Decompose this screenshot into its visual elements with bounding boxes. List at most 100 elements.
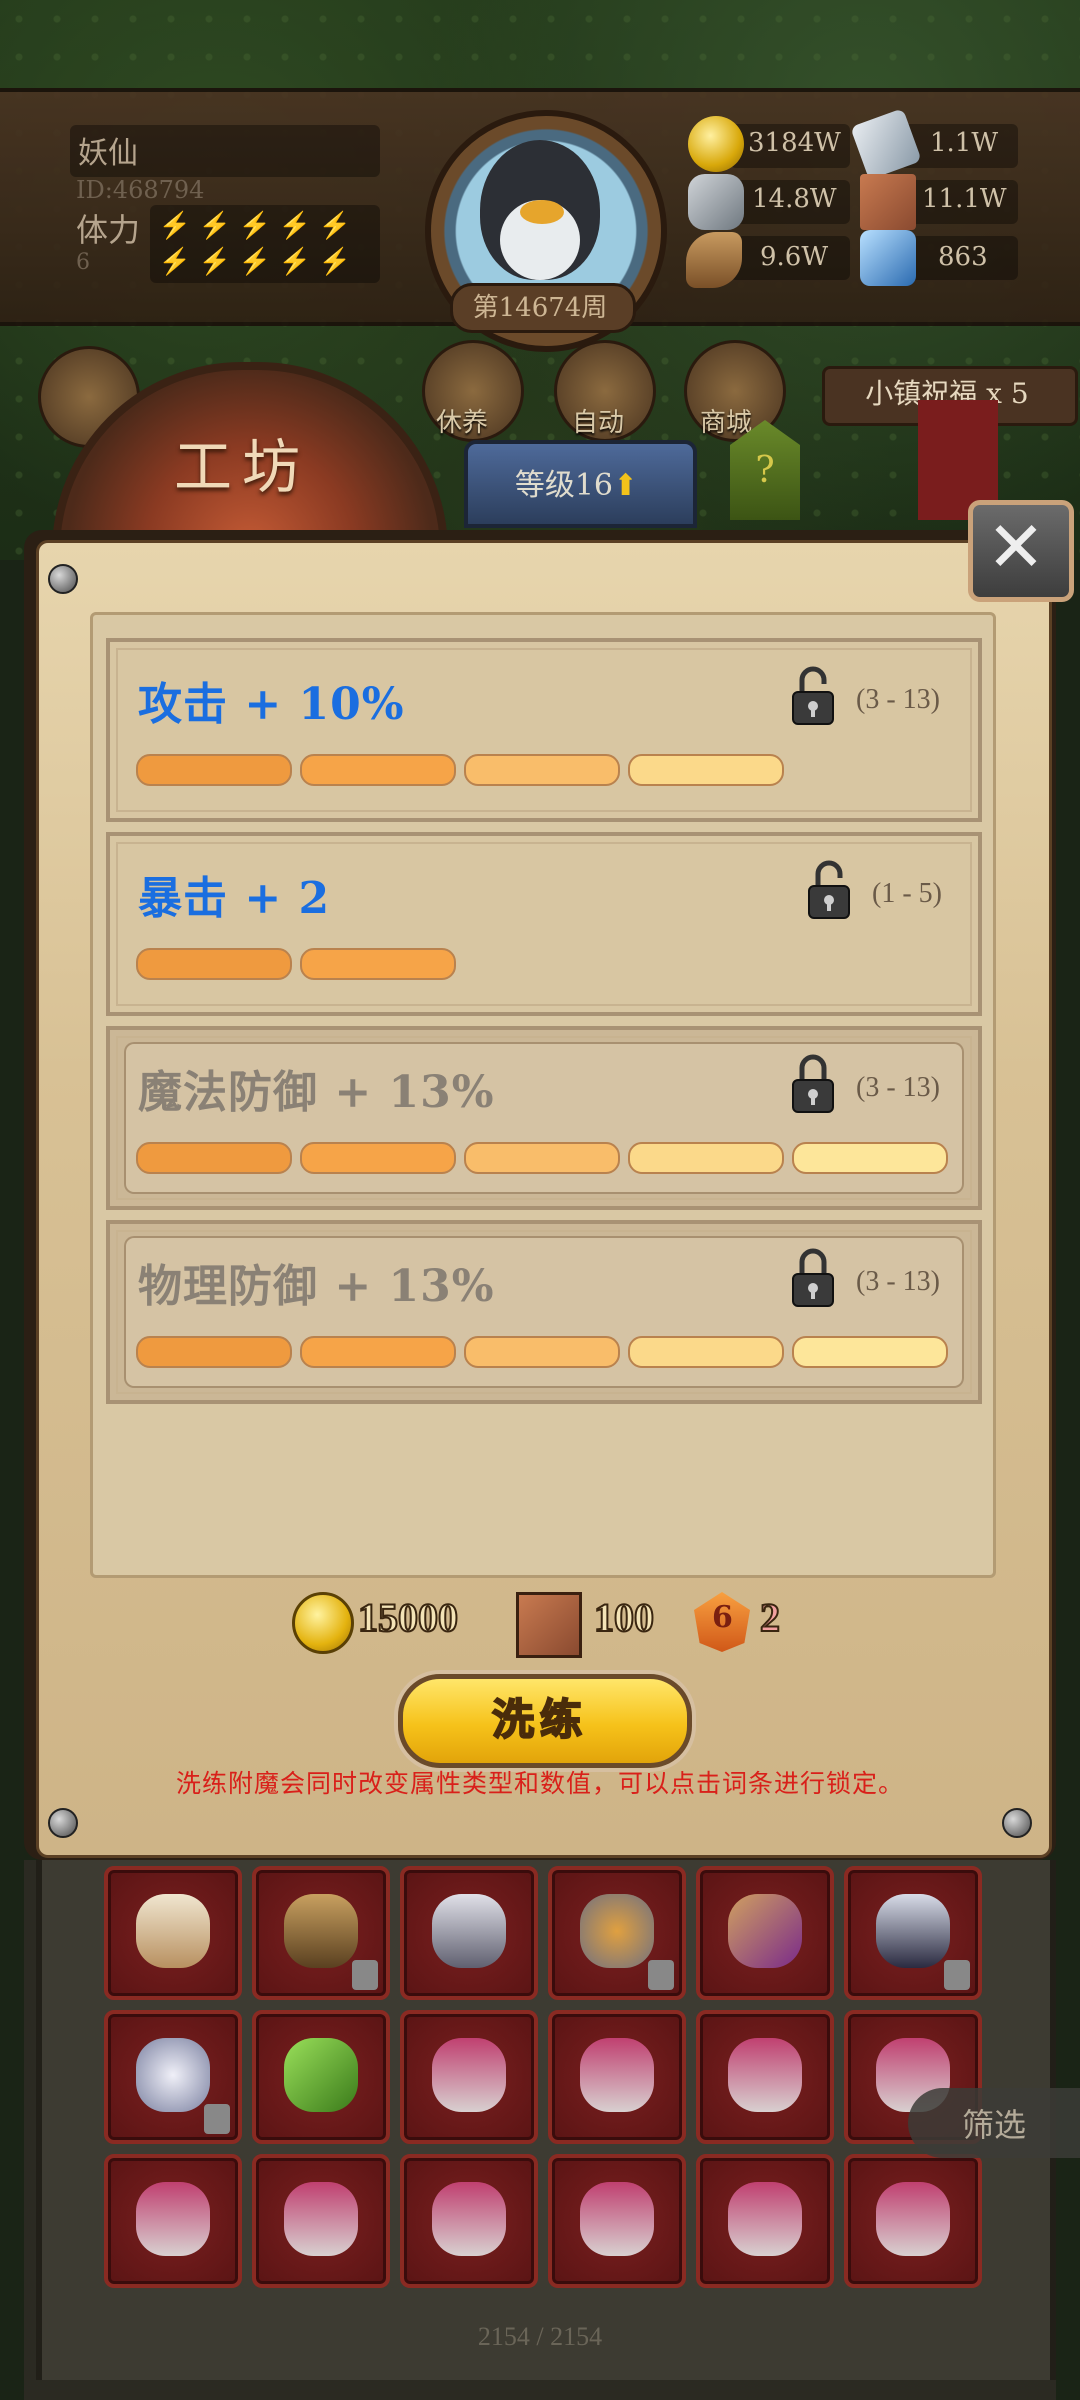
- quality-bar: [628, 754, 784, 786]
- quality-bar: [136, 1142, 292, 1174]
- goblet-icon: [284, 2182, 358, 2256]
- inventory-slot[interactable]: [104, 1866, 242, 2000]
- inventory-slot[interactable]: [844, 2154, 982, 2288]
- player-name: 妖仙: [78, 136, 138, 171]
- cost-gem: 2: [759, 1594, 781, 1641]
- stat-range: (3 - 13): [856, 684, 940, 715]
- shop-label: 商城: [700, 408, 753, 438]
- inventory-slot[interactable]: [696, 2010, 834, 2144]
- quality-bar: [464, 1142, 620, 1174]
- lock-icon: [352, 1960, 378, 1990]
- auto-label: 自动: [572, 408, 625, 438]
- stamina-value: 6: [76, 250, 90, 275]
- quality-bar: [628, 1336, 784, 1368]
- goblet-icon: [580, 2182, 654, 2256]
- cost-parchment: 100: [593, 1594, 655, 1641]
- stat-row[interactable]: 攻击 + 10% (3 - 13): [106, 638, 982, 822]
- resource-gold-value: 3184W: [748, 128, 841, 158]
- resource-ore-value: 14.8W: [752, 184, 837, 214]
- workshop-level-label: 等级16⬆: [514, 468, 639, 503]
- inventory-slot[interactable]: [548, 2010, 686, 2144]
- quality-bar: [136, 754, 292, 786]
- silver-ring-icon: [136, 2038, 210, 2112]
- rune-gem-symbol: 6: [712, 1600, 733, 1635]
- resource-iron-value: 1.1W: [930, 128, 999, 158]
- rivet-icon: [48, 564, 78, 594]
- locked-padlock-icon[interactable]: [790, 1054, 836, 1114]
- stamina-bolt-icon: ⚡: [158, 247, 192, 277]
- stamina-bolt-icon: ⚡: [198, 211, 232, 241]
- goblet-icon: [580, 2038, 654, 2112]
- inventory-slot[interactable]: [400, 2154, 538, 2288]
- vine-icon: [284, 2038, 358, 2112]
- stat-row-locked[interactable]: 物理防御 + 13% (3 - 13): [106, 1220, 982, 1404]
- quality-bar: [300, 1142, 456, 1174]
- goblet-icon: [876, 2182, 950, 2256]
- ring-icon: [580, 1894, 654, 1968]
- inventory-slot[interactable]: [844, 1866, 982, 2000]
- inventory-slot[interactable]: [696, 2154, 834, 2288]
- goblet-icon: [432, 2182, 506, 2256]
- inventory-count: 2154 / 2154: [477, 2322, 603, 2351]
- quality-bar: [464, 754, 620, 786]
- stat-range: (3 - 13): [856, 1072, 940, 1103]
- unlocked-padlock-icon[interactable]: [806, 860, 852, 920]
- stamina-bolt-empty-icon: ⚡: [198, 247, 232, 277]
- filter-label: 筛选: [961, 2106, 1026, 2144]
- goblet-icon: [432, 2038, 506, 2112]
- stat-label: 物理防御 + 13%: [138, 1261, 495, 1312]
- gauntlet-icon: [876, 1894, 950, 1968]
- level-up-arrow-icon: ⬆: [613, 468, 639, 503]
- rivet-icon: [1002, 1808, 1032, 1838]
- parchment-icon: [516, 1592, 582, 1658]
- helmet-icon: [284, 1894, 358, 1968]
- goblet-icon: [136, 2182, 210, 2256]
- stamina-bolt-icon: ⚡: [238, 211, 272, 241]
- stat-label: 攻击 + 10%: [138, 679, 405, 730]
- stat-label: 暴击 + 2: [138, 873, 331, 924]
- quality-bar: [300, 948, 456, 980]
- crown-icon: [432, 1894, 506, 1968]
- quality-bar: [792, 1142, 948, 1174]
- inventory-slot[interactable]: [548, 1866, 686, 2000]
- lock-icon: [204, 2104, 230, 2134]
- stat-row[interactable]: 暴击 + 2 (1 - 5): [106, 832, 982, 1016]
- inventory-slot[interactable]: [400, 2010, 538, 2144]
- quality-bar: [628, 1142, 784, 1174]
- stat-range: (3 - 13): [856, 1266, 940, 1297]
- inventory-slot[interactable]: [104, 2154, 242, 2288]
- inventory-slot[interactable]: [252, 2154, 390, 2288]
- resource-crystal-value: 863: [938, 242, 988, 272]
- inventory-slot[interactable]: [252, 2010, 390, 2144]
- inventory-slot[interactable]: [696, 1866, 834, 2000]
- quality-bar: [300, 754, 456, 786]
- refine-button-label: 洗练: [491, 1694, 588, 1745]
- parchment-icon: [860, 174, 916, 230]
- inventory-slot[interactable]: [104, 2010, 242, 2144]
- inventory-slot[interactable]: [400, 1866, 538, 2000]
- workshop-title: 工坊: [173, 433, 310, 501]
- help-icon: ?: [755, 450, 775, 491]
- amulet-icon: [728, 1894, 802, 1968]
- rivet-icon: [48, 1808, 78, 1838]
- stamina-label: 体力: [76, 211, 141, 249]
- resource-wood-value: 9.6W: [760, 242, 829, 272]
- inventory-slot[interactable]: [252, 1866, 390, 2000]
- gold-coin-icon: [688, 116, 744, 172]
- stamina-bolt-empty-icon: ⚡: [318, 247, 352, 277]
- resource-parchment-value: 11.1W: [922, 184, 1007, 214]
- refine-hint: 洗练附魔会同时改变属性类型和数值，可以点击词条进行锁定。: [175, 1769, 904, 1798]
- locked-padlock-icon[interactable]: [790, 1248, 836, 1308]
- stat-row-locked[interactable]: 魔法防御 + 13% (3 - 13): [106, 1026, 982, 1210]
- goblet-icon: [728, 2182, 802, 2256]
- unlocked-padlock-icon[interactable]: [790, 666, 836, 726]
- player-id: ID:468794: [76, 176, 205, 204]
- inventory-slot[interactable]: [548, 2154, 686, 2288]
- stamina-bolts: ⚡ ⚡ ⚡ ⚡ ⚡ ⚡ ⚡ ⚡ ⚡ ⚡: [150, 205, 380, 283]
- quality-bar: [136, 948, 292, 980]
- quality-bar: [464, 1336, 620, 1368]
- week-label: 第14674周: [472, 293, 608, 323]
- stat-label: 魔法防御 + 13%: [138, 1067, 495, 1118]
- lock-icon: [944, 1960, 970, 1990]
- quality-bar: [136, 1336, 292, 1368]
